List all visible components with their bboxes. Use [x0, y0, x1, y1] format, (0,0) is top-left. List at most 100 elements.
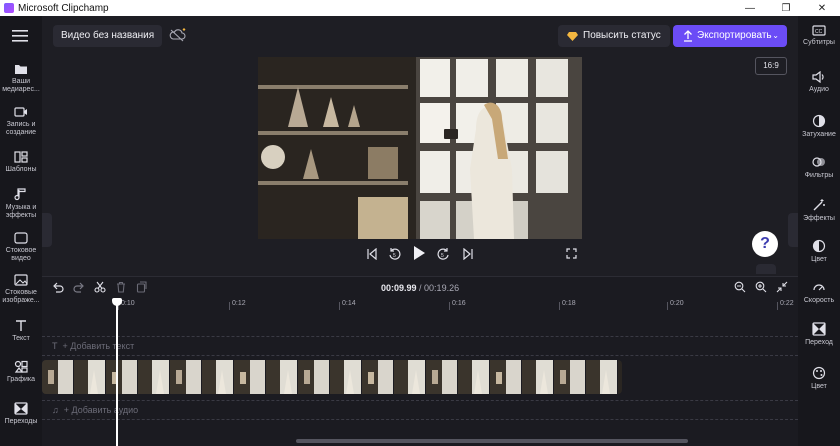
sidebar-item-record[interactable]: Запись и создание — [0, 106, 42, 137]
total-time: 00:19.26 — [424, 283, 460, 293]
sidebar-item-label: Текст — [12, 335, 30, 342]
collapse-preview-button[interactable] — [756, 264, 776, 274]
effects-icon — [813, 199, 825, 211]
close-window-button[interactable]: ✕ — [804, 0, 840, 16]
window-title: Microsoft Clipchamp — [18, 2, 109, 14]
music-icon — [14, 188, 26, 201]
property-label: Субтитры — [803, 39, 835, 46]
export-button[interactable]: Экспортировать ⌄ — [673, 25, 787, 47]
diamond-icon — [567, 32, 578, 41]
upgrade-button[interactable]: Повысить статус — [558, 25, 670, 47]
clipchamp-logo-icon — [4, 3, 14, 13]
folder-icon — [15, 65, 27, 74]
graphics-icon — [14, 360, 28, 373]
redo-icon[interactable] — [73, 281, 85, 293]
music-note-icon: ♫ — [52, 405, 64, 415]
minimize-button[interactable]: — — [732, 0, 768, 16]
add-audio-label: + Добавить аудио — [63, 405, 139, 415]
property-audio[interactable]: Аудио — [798, 71, 840, 93]
editor-topbar: Видео без названия Повысить статус Экспо… — [42, 16, 798, 56]
forward-5-icon[interactable]: 5 — [436, 247, 450, 266]
property-fade[interactable]: Затухание — [798, 114, 840, 138]
sidebar-item-label: Переходы — [4, 418, 38, 425]
property-color[interactable]: Цвет — [798, 239, 840, 263]
text-icon — [16, 320, 26, 331]
property-label: Переход — [805, 339, 833, 346]
property-color-adjust[interactable]: Цвет — [798, 366, 840, 390]
project-name-field[interactable]: Видео без названия — [53, 25, 163, 47]
sidebar-item-graphics[interactable]: Графика — [0, 360, 42, 384]
duplicate-icon[interactable] — [136, 281, 148, 293]
play-icon[interactable] — [412, 245, 426, 266]
playback-controls: 5 5 — [360, 245, 480, 265]
sidebar-item-templates[interactable]: Шаблоны — [0, 151, 42, 174]
timeline-scrollbar[interactable] — [296, 439, 688, 443]
maximize-button[interactable]: ❐ — [768, 0, 804, 16]
video-clip[interactable] — [42, 360, 622, 394]
svg-text:CC: CC — [815, 29, 823, 35]
playhead[interactable] — [112, 298, 122, 446]
cloud-sync-off-icon[interactable] — [169, 28, 187, 42]
timecode-display: 00:09.99 / 00:19.26 — [381, 283, 459, 293]
fullscreen-icon[interactable] — [566, 248, 577, 259]
stock-video-icon — [14, 232, 28, 244]
timeline-toolbar: 00:09.99 / 00:19.26 — [42, 276, 798, 298]
ruler-tick: 0:10 — [118, 300, 135, 310]
video-preview[interactable] — [258, 57, 582, 239]
time-separator: / — [416, 283, 425, 293]
export-label: Экспортировать — [697, 30, 772, 41]
sidebar-item-label: Шаблоны — [5, 166, 37, 173]
property-label: Цвет — [811, 383, 827, 390]
expand-left-panel-button[interactable] — [42, 213, 52, 247]
svg-text:5: 5 — [441, 253, 444, 259]
fit-timeline-icon[interactable] — [776, 281, 788, 293]
property-speed[interactable]: Скорость — [798, 280, 840, 304]
chevron-down-icon: ⌄ — [772, 31, 779, 40]
filters-icon — [812, 157, 825, 167]
zoom-out-icon[interactable] — [734, 281, 746, 293]
audio-track[interactable]: ♫ + Добавить аудио — [42, 400, 798, 420]
skip-back-icon[interactable] — [366, 247, 378, 265]
right-sidebar: CC Субтитры Аудио Затухание Фильтры Эффе… — [798, 16, 840, 446]
split-scissors-icon[interactable] — [94, 281, 106, 293]
property-label: Аудио — [809, 86, 829, 93]
property-captions[interactable]: CC Субтитры — [798, 25, 840, 46]
text-track[interactable]: T + Добавить текст — [42, 336, 798, 356]
add-text-label: + Добавить текст — [62, 341, 135, 351]
aspect-ratio-button[interactable]: 16:9 — [755, 57, 787, 75]
property-effects[interactable]: Эффекты — [798, 198, 840, 222]
sidebar-item-media[interactable]: Ваши медиарес... — [0, 63, 42, 94]
menu-icon[interactable] — [12, 30, 28, 42]
expand-right-panel-button[interactable] — [788, 213, 798, 247]
rewind-5-icon[interactable]: 5 — [388, 247, 402, 266]
sidebar-item-stock-video[interactable]: Стоковое видео — [0, 232, 42, 263]
sidebar-item-label: Стоковое видео — [5, 247, 37, 262]
property-label: Цвет — [811, 256, 827, 263]
ruler-tick: 0:14 — [339, 300, 356, 310]
ruler-tick: 0:20 — [667, 300, 684, 310]
transitions-icon — [14, 402, 28, 415]
ruler-tick: 0:16 — [449, 300, 466, 310]
undo-icon[interactable] — [52, 281, 64, 293]
property-filters[interactable]: Фильтры — [798, 155, 840, 179]
sidebar-item-transitions[interactable]: Переходы — [0, 402, 42, 426]
sidebar-item-music[interactable]: Музыка и эффекты — [0, 188, 42, 220]
sidebar-item-text[interactable]: Текст — [0, 319, 42, 343]
speed-icon — [813, 284, 825, 291]
timeline-ruler[interactable]: 0:10 0:12 0:14 0:16 0:18 0:20 0:22 — [42, 298, 798, 318]
text-track-icon: T — [52, 341, 63, 351]
property-label: Фильтры — [804, 172, 834, 179]
sidebar-item-label: Запись и создание — [5, 121, 37, 136]
help-button[interactable]: ? — [752, 231, 778, 257]
sidebar-item-stock-images[interactable]: Стоковые изображе... — [0, 274, 42, 305]
ruler-tick: 0:18 — [559, 300, 576, 310]
skip-forward-icon[interactable] — [462, 247, 474, 265]
delete-icon[interactable] — [115, 281, 127, 293]
audio-icon — [812, 71, 824, 83]
property-label: Эффекты — [803, 215, 835, 222]
timeline-tracks: T + Добавить текст ♫ + Добавить аудио — [42, 318, 798, 446]
left-sidebar: Ваши медиарес... Запись и создание Шабло… — [0, 16, 42, 446]
preview-frame-image — [258, 57, 582, 239]
zoom-in-icon[interactable] — [755, 281, 767, 293]
property-transition[interactable]: Переход — [798, 322, 840, 346]
